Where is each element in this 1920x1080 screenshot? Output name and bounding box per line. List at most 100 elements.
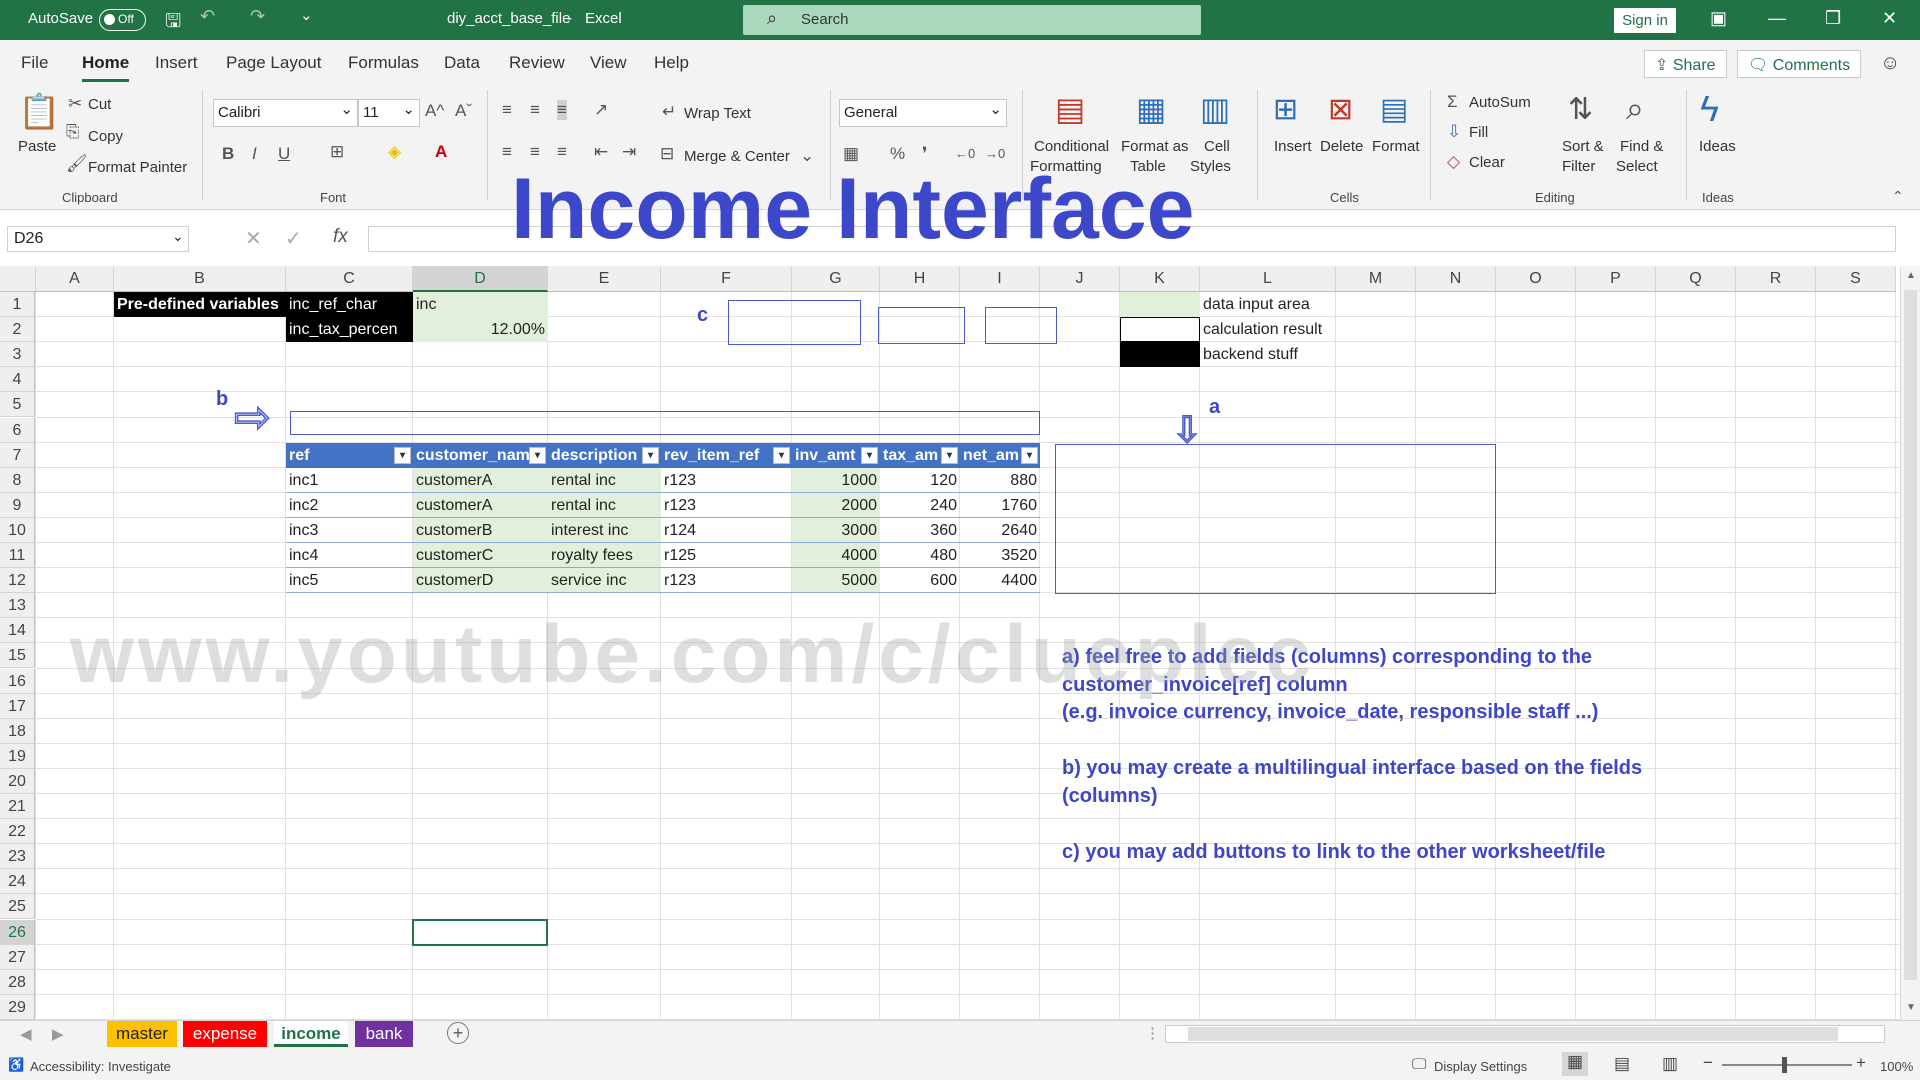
column-header-d[interactable]: D <box>413 266 548 292</box>
table-header-cell[interactable]: net_am ▾ <box>960 442 1040 468</box>
table-cell[interactable]: inc3 <box>286 518 413 543</box>
zoom-slider[interactable] <box>1722 1064 1852 1066</box>
filter-dropdown-icon[interactable]: ▾ <box>941 446 958 464</box>
predefined-variables-title[interactable]: Pre-defined variables <box>114 292 286 317</box>
italic-icon[interactable]: I <box>252 144 257 164</box>
conditional-formatting-label[interactable]: Conditional <box>1034 138 1109 155</box>
fill-button[interactable]: Fill <box>1469 124 1488 141</box>
underline-icon[interactable]: U <box>278 144 290 164</box>
wrap-text-button[interactable]: Wrap Text <box>684 105 751 122</box>
filter-dropdown-icon[interactable]: ▾ <box>861 446 878 464</box>
table-cell[interactable]: 240 <box>880 493 960 518</box>
format-painter-button[interactable]: Format Painter <box>88 159 187 176</box>
table-header-cell[interactable]: inv_amt ▾ <box>792 442 880 468</box>
row-header-16[interactable]: 16 <box>0 668 35 694</box>
row-header-27[interactable]: 27 <box>0 944 35 970</box>
table-cell[interactable]: 2640 <box>960 518 1040 543</box>
row-header-17[interactable]: 17 <box>0 693 35 719</box>
name-box[interactable]: D26 <box>7 226 189 252</box>
table-cell[interactable]: 5000 <box>792 568 880 594</box>
row-header-23[interactable]: 23 <box>0 844 35 870</box>
row-header-10[interactable]: 10 <box>0 517 35 543</box>
legend-backend-swatch[interactable] <box>1120 342 1200 368</box>
cancel-icon[interactable]: ✕ <box>245 226 262 251</box>
save-icon[interactable]: 🖫 <box>165 7 181 39</box>
align-right-icon[interactable]: ≡ <box>557 142 567 162</box>
column-header-q[interactable]: Q <box>1656 266 1736 292</box>
row-header-11[interactable]: 11 <box>0 543 35 568</box>
vertical-scroll-thumb[interactable] <box>1904 290 1917 980</box>
collapse-ribbon-icon[interactable]: ⌃ <box>1892 188 1904 205</box>
column-header-n[interactable]: N <box>1416 266 1496 292</box>
page-layout-view-icon[interactable]: ▤ <box>1614 1054 1630 1074</box>
filter-dropdown-icon[interactable]: ▾ <box>773 446 790 464</box>
menu-data[interactable]: Data <box>444 53 480 73</box>
increase-decimal-icon[interactable]: ←0 <box>955 146 975 161</box>
column-header-s[interactable]: S <box>1816 266 1896 292</box>
table-cell[interactable]: 4400 <box>960 568 1040 594</box>
sheet-tab-expense[interactable]: expense <box>183 1021 267 1047</box>
table-cell[interactable]: 120 <box>880 468 960 493</box>
table-cell[interactable]: inc4 <box>286 543 413 568</box>
find-select-label-2[interactable]: Select <box>1616 158 1658 175</box>
clear-button[interactable]: Clear <box>1469 154 1505 171</box>
display-settings-button[interactable]: Display Settings <box>1434 1059 1527 1074</box>
increase-font-icon[interactable]: A^ <box>425 101 444 121</box>
fill-color-icon[interactable]: ◈ <box>388 142 401 162</box>
align-top-icon[interactable]: ≡ <box>502 100 512 120</box>
variable-value-cell[interactable]: inc <box>413 292 548 317</box>
column-header-e[interactable]: E <box>548 266 661 292</box>
page-break-view-icon[interactable]: ▥ <box>1662 1054 1678 1074</box>
paste-button[interactable]: Paste <box>18 138 56 155</box>
table-cell[interactable]: customerA <box>413 492 548 518</box>
row-header-13[interactable]: 13 <box>0 593 35 619</box>
ideas-button[interactable]: Ideas <box>1699 138 1736 155</box>
legend-input-swatch[interactable] <box>1120 292 1200 317</box>
sheet-tab-income[interactable]: income <box>274 1021 348 1047</box>
row-header-15[interactable]: 15 <box>0 643 35 669</box>
column-header-i[interactable]: I <box>960 266 1040 292</box>
horizontal-scroll-thumb[interactable] <box>1188 1027 1838 1041</box>
horizontal-scrollbar[interactable] <box>1165 1025 1885 1043</box>
share-button[interactable]: ⇪ Share <box>1644 50 1727 78</box>
cut-button[interactable]: Cut <box>88 96 111 113</box>
legend-calc-label[interactable]: calculation result <box>1200 317 1336 342</box>
insert-function-icon[interactable]: fx <box>333 226 348 248</box>
column-header-r[interactable]: R <box>1736 266 1816 292</box>
menu-page-layout[interactable]: Page Layout <box>226 53 321 73</box>
table-header-cell[interactable]: customer_nam ▾ <box>413 442 548 468</box>
table-cell[interactable]: 480 <box>880 543 960 568</box>
increase-indent-icon[interactable]: ⇥ <box>622 142 636 162</box>
table-cell[interactable]: inc5 <box>286 568 413 594</box>
decrease-indent-icon[interactable]: ⇤ <box>594 142 608 162</box>
row-header-2[interactable]: 2 <box>0 317 35 343</box>
legend-backend-label[interactable]: backend stuff <box>1200 342 1336 367</box>
scroll-up-icon[interactable]: ▲ <box>1906 270 1916 281</box>
zoom-slider-thumb[interactable] <box>1782 1057 1787 1073</box>
row-header-19[interactable]: 19 <box>0 743 35 769</box>
align-center-icon[interactable]: ≡ <box>530 142 540 162</box>
align-middle-icon[interactable]: ≡ <box>530 100 540 120</box>
scroll-down-icon[interactable]: ▼ <box>1906 1002 1916 1013</box>
table-cell[interactable]: customerD <box>413 568 548 594</box>
table-header-cell[interactable]: description ▾ <box>548 442 661 468</box>
column-header-c[interactable]: C <box>286 266 413 292</box>
column-header-m[interactable]: M <box>1336 266 1416 292</box>
bold-icon[interactable]: B <box>222 144 234 164</box>
row-header-21[interactable]: 21 <box>0 794 35 819</box>
row-header-24[interactable]: 24 <box>0 869 35 895</box>
table-cell[interactable]: r123 <box>661 468 792 493</box>
table-header-cell[interactable]: tax_am ▾ <box>880 442 960 468</box>
table-cell[interactable]: service inc <box>548 568 661 594</box>
table-cell[interactable]: 1000 <box>792 467 880 493</box>
find-select-label[interactable]: Find & <box>1620 138 1663 155</box>
column-header-h[interactable]: H <box>880 266 960 292</box>
copy-button[interactable]: Copy <box>88 128 123 145</box>
zoom-level[interactable]: 100% <box>1880 1059 1913 1074</box>
sort-filter-label-2[interactable]: Filter <box>1562 158 1595 175</box>
comments-button[interactable]: 🗨 Comments <box>1737 50 1862 78</box>
decrease-decimal-icon[interactable]: →0 <box>985 146 1005 161</box>
row-header-7[interactable]: 7 <box>0 442 35 468</box>
customize-toolbar-icon[interactable]: ⌄ <box>300 6 313 24</box>
zoom-in-icon[interactable]: + <box>1856 1053 1866 1073</box>
